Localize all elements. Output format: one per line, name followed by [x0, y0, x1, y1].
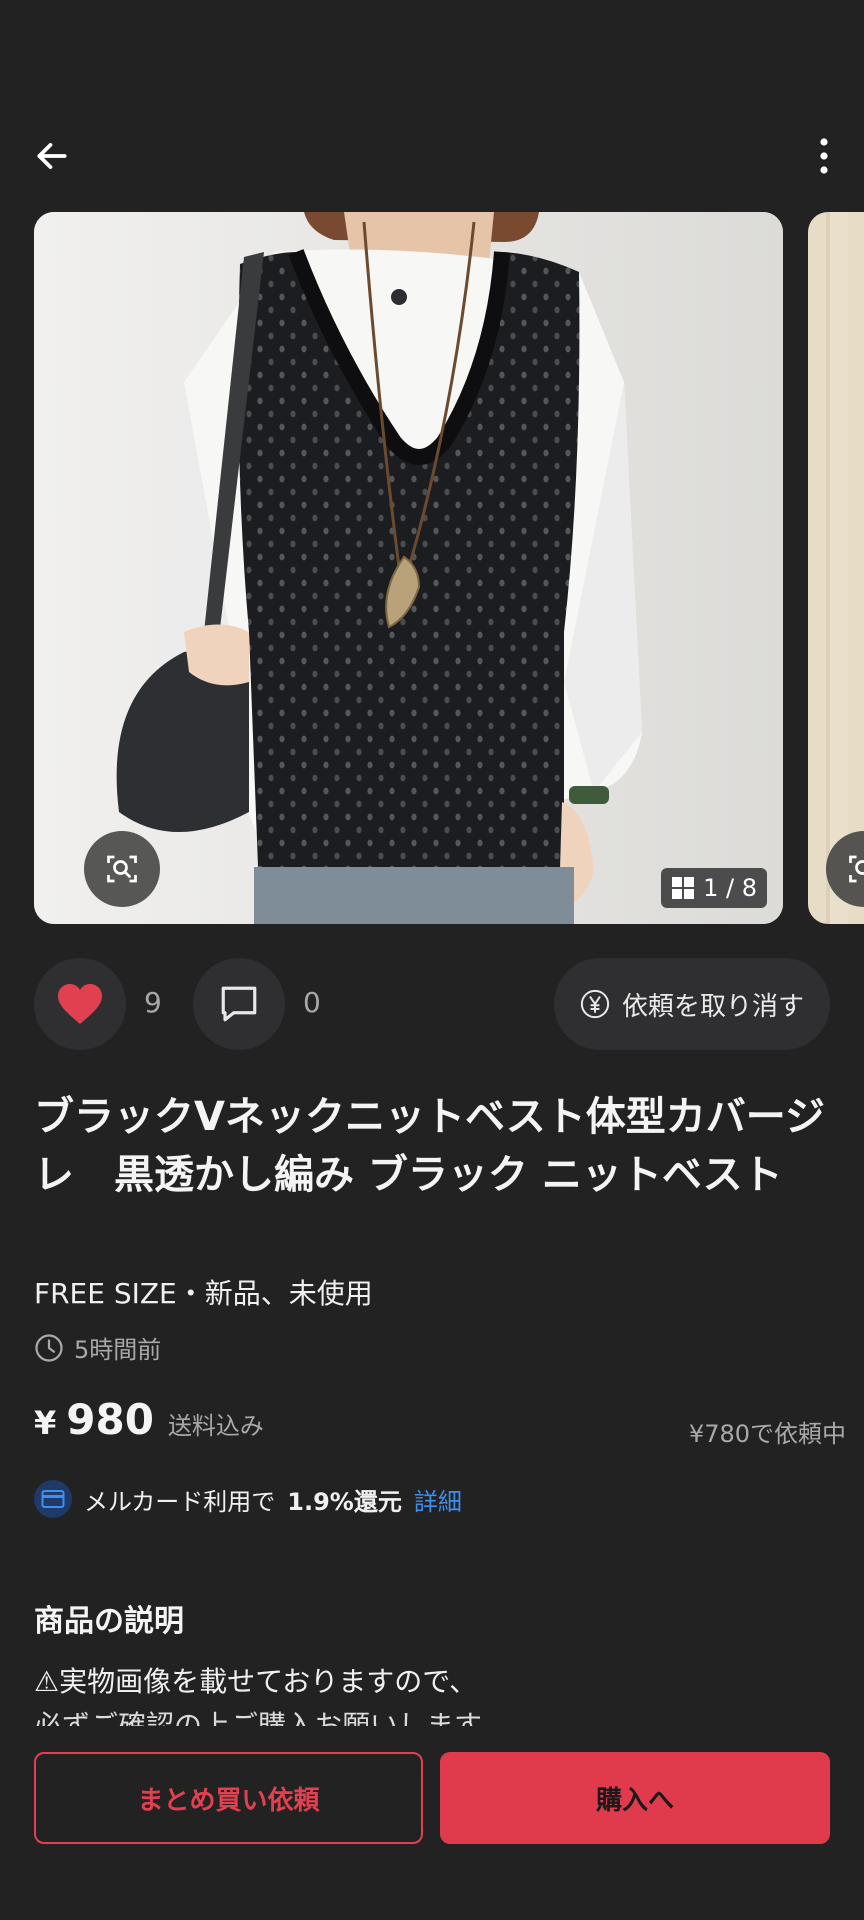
- clock-icon: [35, 1333, 63, 1362]
- description-text: ⚠実物画像を載せておりますので、 必ずご確認の上ご購入お願いします。: [34, 1660, 834, 1726]
- lens-search-icon: [849, 855, 864, 883]
- action-row: 9 0 依頼を取り消す: [0, 958, 864, 1050]
- product-title: ブラックVネックニットベスト体型カバージレ 黒透かし編み ブラック ニットベスト: [34, 1094, 825, 1198]
- back-button[interactable]: [24, 128, 80, 184]
- merpay-prefix: メルカード利用で: [84, 1487, 276, 1516]
- credit-card-icon: [34, 1480, 72, 1518]
- description-line-1: ⚠実物画像を載せておりますので、: [34, 1665, 478, 1698]
- price-row: ¥ 980 送料込み: [34, 1395, 264, 1444]
- currency-symbol: ¥: [34, 1404, 57, 1442]
- product-condition: FREE SIZE・新品、未使用: [34, 1277, 373, 1310]
- product-image[interactable]: 1 / 8: [34, 212, 783, 924]
- purchase-button[interactable]: 購入へ: [440, 1752, 830, 1844]
- comment-button[interactable]: [193, 958, 285, 1050]
- image-counter: 1 / 8: [661, 868, 767, 908]
- zoom-button-next[interactable]: [826, 831, 864, 907]
- arrow-left-icon: [37, 143, 67, 169]
- offer-status: ¥780で依頼中: [688, 1420, 846, 1448]
- next-product-image[interactable]: [808, 212, 864, 924]
- like-button[interactable]: [34, 958, 126, 1050]
- product-photo: [34, 212, 783, 924]
- description-heading: 商品の説明: [34, 1604, 184, 1639]
- lens-search-icon: [107, 855, 137, 883]
- yen-circle-icon: [580, 989, 610, 1019]
- bottom-action-bar: まとめ買い依頼 購入へ: [0, 1740, 864, 1920]
- image-counter-text: 1 / 8: [703, 874, 757, 902]
- merpay-rate: 1.9%還元: [287, 1487, 402, 1516]
- cancel-offer-label: 依頼を取り消す: [621, 991, 804, 1022]
- heart-icon: [58, 984, 102, 1024]
- cancel-offer-button[interactable]: 依頼を取り消す: [553, 958, 830, 1050]
- like-count: 9: [144, 986, 162, 1019]
- comment-icon: [221, 986, 257, 1022]
- description-line-2: 必ずご確認の上ご購入お願いします。: [34, 1709, 508, 1726]
- zoom-button[interactable]: [84, 831, 160, 907]
- price-value: 980: [66, 1395, 154, 1444]
- posted-time-text: 5時間前: [74, 1336, 162, 1364]
- more-options-button[interactable]: [796, 128, 852, 184]
- image-carousel[interactable]: 1 / 8: [0, 212, 864, 924]
- comment-count: 0: [303, 986, 321, 1019]
- top-bar: [0, 118, 864, 190]
- merpay-detail-link[interactable]: 詳細: [414, 1482, 462, 1517]
- grid-icon: [672, 877, 695, 899]
- merpay-card-row: メルカード利用で 1.9%還元 詳細: [34, 1480, 462, 1518]
- shipping-included: 送料込み: [167, 1412, 264, 1440]
- posted-time: 5時間前: [34, 1330, 161, 1365]
- item-detail-screen: 1 / 8 9 0 依頼を取り消す ブラックVネックニットベスト体型カバージレ …: [0, 0, 864, 1920]
- bundle-request-button[interactable]: まとめ買い依頼: [34, 1752, 423, 1844]
- more-vertical-icon: [820, 138, 828, 174]
